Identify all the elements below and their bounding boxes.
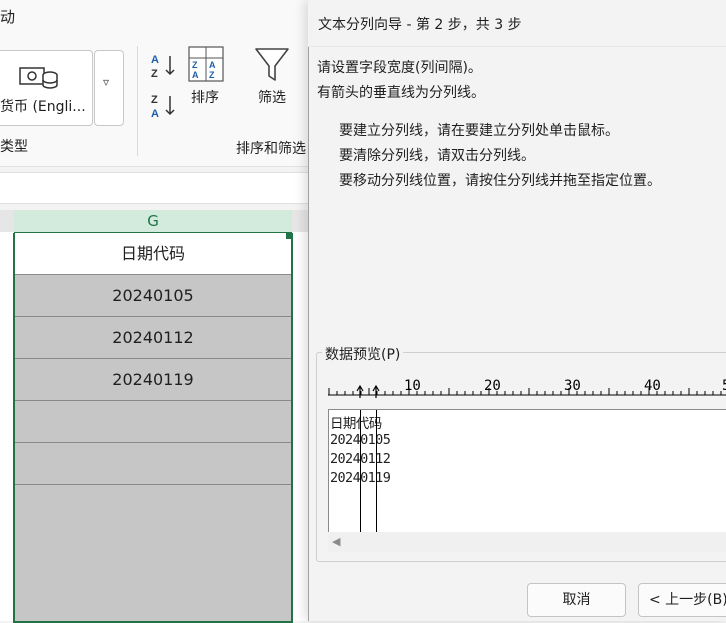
instruction-line: 要建立分列线，请在要建立分列处单击鼠标。 [339, 123, 619, 139]
sort-ascending-icon[interactable]: A Z [150, 52, 178, 80]
data-preview-box[interactable]: 日期代码 20240105 20240112 20240119 [328, 409, 726, 533]
ruler-label: 10 [404, 378, 421, 394]
filter-button-label[interactable]: 筛选 [258, 87, 286, 107]
scroll-left-icon[interactable]: ◀ [332, 535, 340, 548]
filter-icon[interactable] [254, 46, 290, 84]
column-ruler[interactable]: 10 20 30 40 5 [328, 374, 726, 398]
column-break-line[interactable] [376, 410, 377, 532]
ruler-label: 20 [484, 378, 501, 394]
ruler-label: 30 [564, 378, 581, 394]
currency-icon [19, 67, 58, 89]
group-label-sort-filter: 排序和筛选 [236, 141, 306, 157]
cancel-button[interactable]: 取消 [527, 583, 626, 617]
group-label-number-type: 类型 [0, 139, 28, 155]
ribbon-divider [137, 46, 138, 156]
svg-text:Z: Z [151, 68, 158, 80]
sort-descending-icon[interactable]: Z A [150, 92, 178, 120]
svg-text:A: A [151, 54, 159, 66]
cell-row[interactable]: 20240105 [15, 275, 291, 317]
column-header-previous[interactable] [0, 210, 14, 232]
dialog-title: 文本分列向导 - 第 2 步，共 3 步 [318, 17, 522, 33]
data-preview-label: 数据预览(P) [322, 344, 404, 364]
preview-horizontal-scrollbar[interactable] [328, 532, 726, 552]
break-arrow-icon [356, 384, 364, 398]
ruler-label: 5 [722, 378, 726, 394]
svg-text:Z: Z [151, 94, 158, 106]
sort-button-label[interactable]: 排序 [191, 87, 219, 107]
svg-text:A: A [192, 70, 199, 80]
svg-text:Z: Z [192, 60, 198, 70]
number-format-dropdown[interactable]: ▿ [94, 50, 124, 126]
column-header-g[interactable]: G [14, 210, 292, 234]
ribbon-tab-partial[interactable]: 动 [0, 6, 15, 27]
instruction-line: 要移动分列线位置，请按住分列线并拖至指定位置。 [339, 173, 661, 189]
cell-row[interactable]: 20240119 [15, 359, 291, 401]
currency-format-label: 货币 (Engli... [0, 99, 86, 115]
preview-line: 日期代码 [330, 416, 382, 432]
cell-header[interactable]: 日期代码 [15, 233, 291, 275]
instruction-line: 要清除分列线，请双击分列线。 [339, 148, 535, 164]
intro-line: 请设置字段宽度(列间隔)。 [317, 60, 482, 76]
cell-row[interactable] [15, 401, 291, 443]
ruler-label: 40 [644, 378, 661, 394]
svg-text:A: A [209, 60, 216, 70]
svg-text:Z: Z [209, 70, 215, 80]
back-button[interactable]: < 上一步(B) [638, 583, 726, 617]
formula-bar[interactable] [0, 172, 310, 204]
break-arrow-icon [372, 384, 380, 398]
fill-handle[interactable] [286, 233, 292, 239]
column-break-line[interactable] [360, 410, 361, 532]
cell-row[interactable]: 20240112 [15, 317, 291, 359]
svg-text:A: A [151, 108, 159, 120]
selected-column-range[interactable]: 日期代码 20240105 20240112 20240119 [13, 233, 293, 623]
chevron-down-icon: ▿ [103, 75, 110, 89]
custom-sort-icon[interactable]: Z A A Z [188, 46, 224, 82]
cell-row[interactable] [15, 443, 291, 485]
currency-format-button[interactable]: 货币 (Engli... [0, 50, 93, 126]
intro-line: 有箭头的垂直线为分列线。 [317, 85, 485, 101]
